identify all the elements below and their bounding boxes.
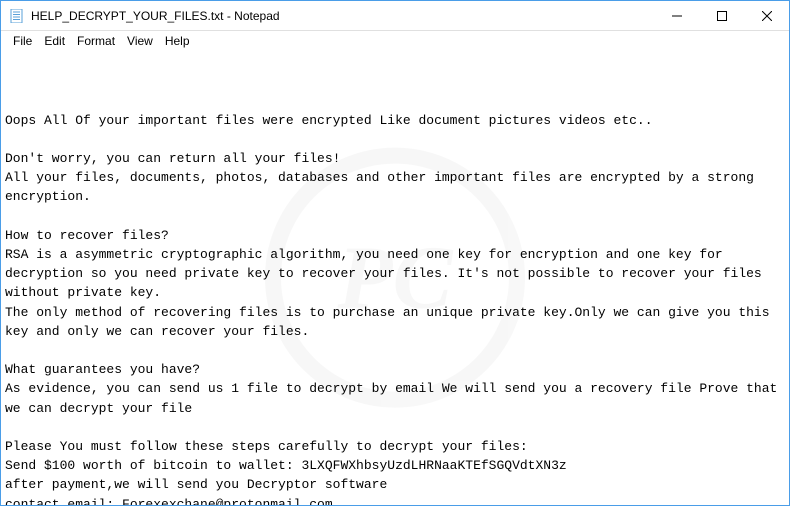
menu-format[interactable]: Format: [71, 33, 121, 49]
menu-edit[interactable]: Edit: [38, 33, 71, 49]
document-body: Oops All Of your important files were en…: [5, 111, 785, 505]
notepad-window: HELP_DECRYPT_YOUR_FILES.txt - Notepad Fi…: [0, 0, 790, 506]
close-button[interactable]: [744, 1, 789, 30]
menu-help[interactable]: Help: [159, 33, 196, 49]
maximize-button[interactable]: [699, 1, 744, 30]
minimize-button[interactable]: [654, 1, 699, 30]
menu-view[interactable]: View: [121, 33, 159, 49]
notepad-icon: [9, 8, 25, 24]
window-title: HELP_DECRYPT_YOUR_FILES.txt - Notepad: [31, 9, 654, 23]
menu-file[interactable]: File: [7, 33, 38, 49]
window-controls: [654, 1, 789, 30]
text-area[interactable]: PC Oops All Of your important files were…: [1, 51, 789, 505]
titlebar: HELP_DECRYPT_YOUR_FILES.txt - Notepad: [1, 1, 789, 31]
menubar: File Edit Format View Help: [1, 31, 789, 51]
